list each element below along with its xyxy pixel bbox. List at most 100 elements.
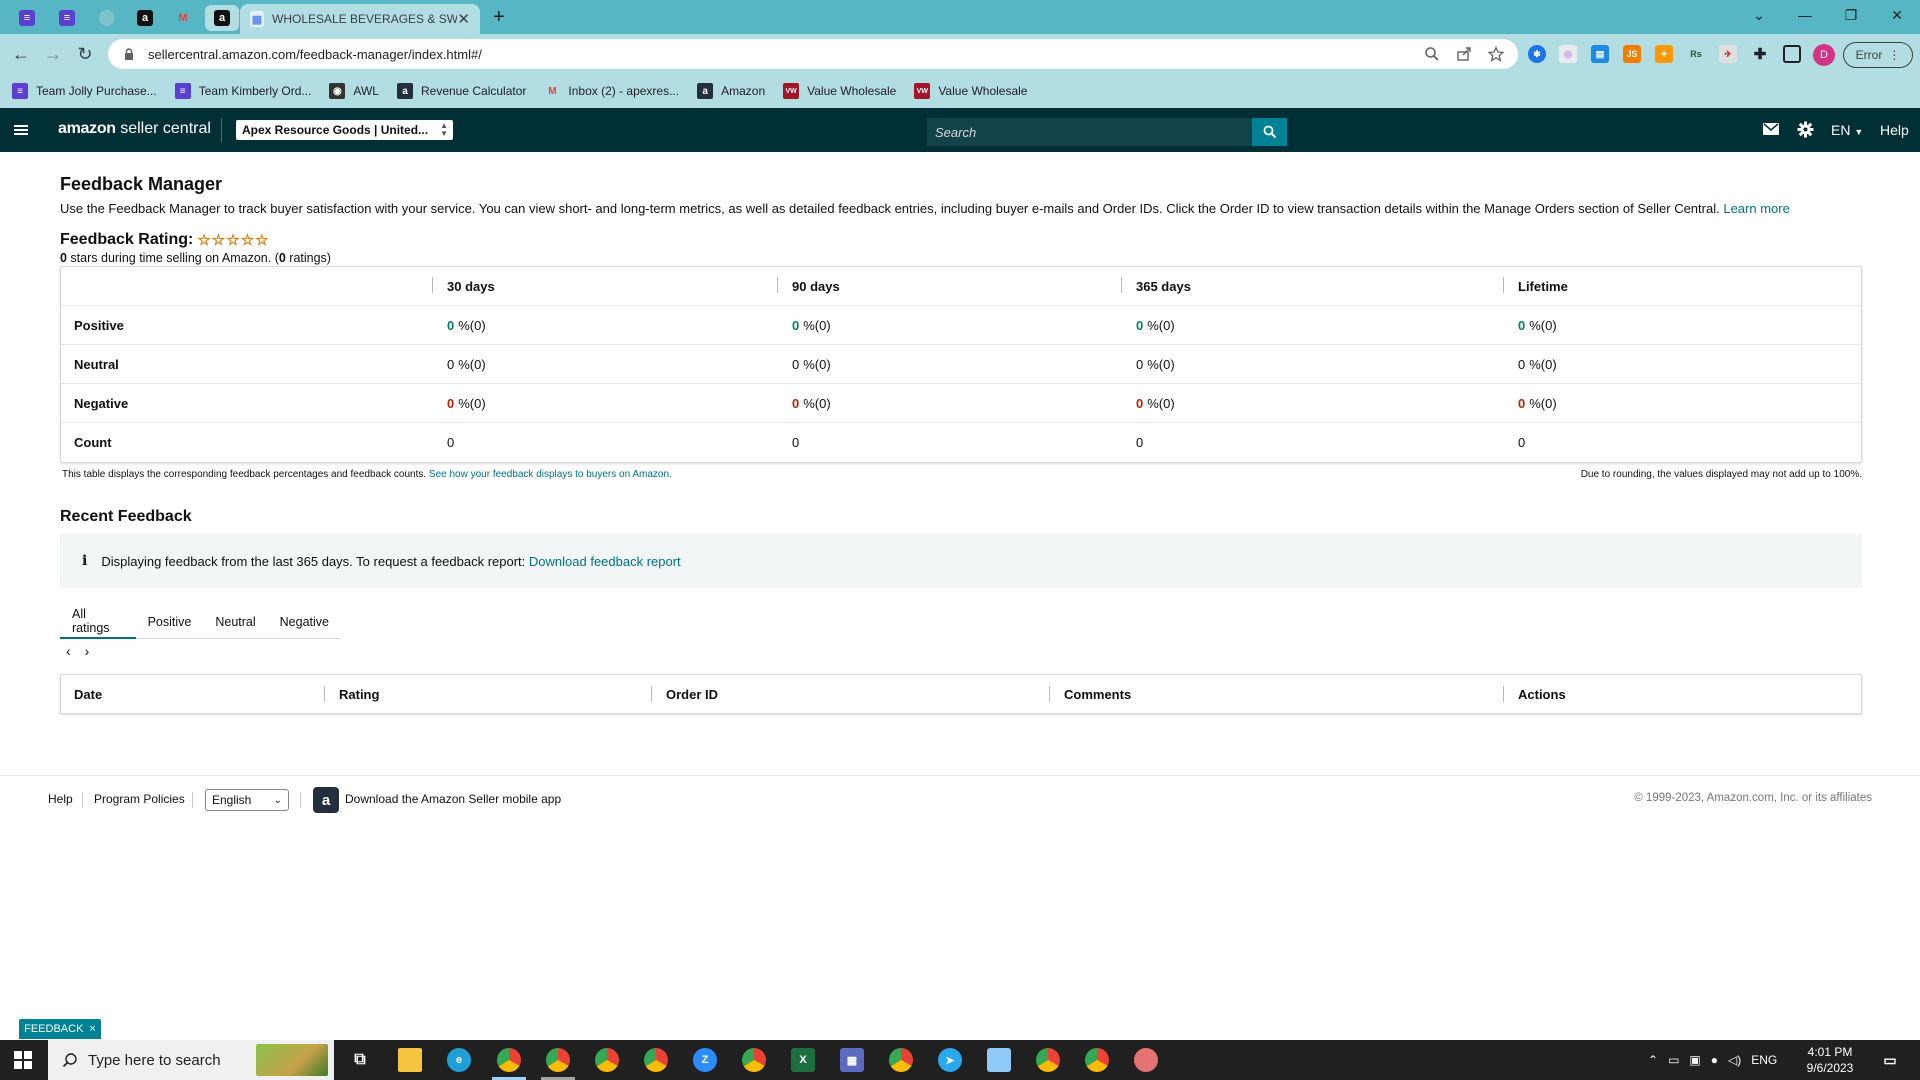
chevron-up-icon[interactable]: ⌃ — [1648, 1053, 1658, 1067]
bookmark-star-icon[interactable] — [1488, 46, 1504, 62]
bookmark-item[interactable]: ≡ Team Kimberly Ord... — [174, 83, 311, 99]
column-header-comments[interactable]: Comments — [1064, 675, 1131, 713]
extension-icon-2[interactable]: ◎ — [1559, 45, 1577, 63]
program-policies-link[interactable]: Program Policies — [94, 792, 185, 806]
chrome-profile-icon[interactable] — [595, 1048, 619, 1072]
learn-more-link[interactable]: Learn more — [1723, 201, 1789, 216]
microphone-icon[interactable]: ● — [1711, 1053, 1718, 1067]
error-button[interactable]: Error ⋮ — [1843, 42, 1913, 68]
download-report-link[interactable]: Download feedback report — [529, 554, 681, 569]
share-icon[interactable] — [1456, 46, 1472, 62]
chrome-profile-icon[interactable] — [742, 1048, 766, 1072]
column-header-date[interactable]: Date — [74, 675, 102, 713]
language-menu[interactable]: EN ▼ — [1831, 122, 1863, 138]
display-icon[interactable]: ▣ — [1689, 1053, 1700, 1067]
bookmark-item[interactable]: a Revenue Calculator — [396, 83, 526, 99]
pinned-tab-amazon-active[interactable]: a — [205, 5, 239, 31]
pinned-tab-amazon[interactable]: a — [128, 5, 162, 31]
back-arrow-icon[interactable]: ← — [9, 42, 33, 66]
chevron-left-icon[interactable]: ‹ — [66, 643, 71, 659]
search-button[interactable] — [1252, 118, 1287, 146]
calculator-icon[interactable]: ▦ — [840, 1048, 864, 1072]
close-tab-icon[interactable]: ✕ — [457, 10, 470, 28]
chrome-icon[interactable] — [497, 1048, 521, 1072]
clock[interactable]: 4:01 PM 9/6/2023 — [1800, 1044, 1860, 1076]
buyer-display-link[interactable]: See how your feedback displays to buyers… — [429, 469, 672, 480]
chevron-right-icon[interactable]: › — [85, 643, 90, 659]
telegram-icon[interactable]: ➤ — [938, 1048, 962, 1072]
feedback-button[interactable]: FEEDBACK × — [19, 1019, 101, 1039]
bookmark-item[interactable]: a Amazon — [697, 83, 765, 99]
forward-arrow-icon[interactable]: → — [41, 42, 65, 66]
pinned-tab-loading[interactable] — [90, 5, 124, 31]
restore-button[interactable]: ❐ — [1828, 0, 1874, 30]
pinned-tab-forms-2[interactable]: ≡ — [50, 5, 84, 31]
tab-positive[interactable]: Positive — [136, 604, 204, 639]
extension-icon-3[interactable]: ▤ — [1591, 45, 1609, 63]
extension-icon-7[interactable]: ✈ — [1719, 45, 1737, 63]
seller-central-logo[interactable]: amazon seller central — [58, 120, 211, 138]
table-note: This table displays the corresponding fe… — [62, 469, 672, 480]
side-panel-icon[interactable] — [1783, 45, 1801, 63]
hamburger-menu-icon[interactable] — [14, 122, 30, 138]
zoom-app-icon[interactable]: Z — [693, 1048, 717, 1072]
info-alert: i Displaying feedback from the last 365 … — [60, 534, 1862, 588]
network-icon[interactable]: ▭ — [1668, 1053, 1679, 1067]
minimize-button[interactable]: — — [1782, 0, 1828, 30]
help-link[interactable]: Help — [1880, 122, 1909, 138]
download-app-link[interactable]: Download the Amazon Seller mobile app — [345, 792, 561, 806]
amazon-icon: a — [396, 83, 413, 99]
bookmark-item[interactable]: VW Value Wholesale — [783, 83, 896, 99]
windows-start-icon[interactable] — [14, 1051, 32, 1069]
extension-icon-5[interactable]: ✦ — [1655, 45, 1673, 63]
tab-neutral[interactable]: Neutral — [203, 604, 267, 639]
amazon-seller-app-icon[interactable]: a — [313, 787, 339, 813]
account-switcher[interactable]: Apex Resource Goods | United... ▲ ▼ — [236, 120, 453, 140]
extension-icon-js[interactable]: JS — [1623, 45, 1641, 63]
app-icon[interactable] — [1134, 1048, 1158, 1072]
tab-search-icon[interactable]: ⌄ — [1736, 0, 1782, 30]
tab-negative[interactable]: Negative — [268, 604, 341, 639]
extension-icon-rs[interactable]: Rs — [1687, 45, 1705, 63]
browser-tab-strip: ≡ ≡ a M a ▦ WHOLESALE BEVERAGES & SWEETS… — [0, 0, 1920, 34]
close-window-button[interactable]: ✕ — [1874, 0, 1920, 30]
new-tab-button[interactable]: + — [493, 6, 505, 29]
task-view-icon[interactable]: ⧉ — [348, 1048, 372, 1072]
reload-icon[interactable]: ↻ — [73, 42, 97, 66]
chrome-profile-icon[interactable] — [889, 1048, 913, 1072]
recent-feedback-heading: Recent Feedback — [60, 508, 192, 525]
chrome-profile-icon[interactable] — [546, 1048, 570, 1072]
footer-language-select[interactable]: English ⌄ — [205, 789, 289, 811]
chrome-profile-icon[interactable] — [1036, 1048, 1060, 1072]
settings-gear-icon[interactable] — [1797, 121, 1814, 138]
taskbar-search-input[interactable]: Type here to search — [48, 1040, 334, 1080]
column-header-rating[interactable]: Rating — [339, 675, 379, 713]
active-tab[interactable]: ▦ WHOLESALE BEVERAGES & SWEETS... ✕ — [240, 4, 480, 34]
bookmark-item[interactable]: M Inbox (2) - apexres... — [544, 83, 679, 99]
pinned-tab-gmail[interactable]: M — [166, 5, 200, 31]
volume-icon[interactable]: ◁) — [1728, 1053, 1741, 1067]
close-icon[interactable]: × — [89, 1023, 95, 1035]
notification-icon[interactable]: ▭ — [1878, 1048, 1902, 1072]
extension-icon-1[interactable]: ✱ — [1528, 45, 1546, 63]
search-input[interactable]: Search — [927, 118, 1252, 146]
bookmark-item[interactable]: ≡ Team Jolly Purchase... — [12, 83, 157, 99]
chrome-profile-icon[interactable] — [644, 1048, 668, 1072]
edge-icon[interactable]: e — [447, 1048, 471, 1072]
tab-all-ratings[interactable]: All ratings — [60, 604, 136, 639]
zoom-icon[interactable] — [1424, 46, 1440, 62]
profile-avatar[interactable]: D — [1813, 44, 1835, 66]
chrome-profile-icon[interactable] — [1085, 1048, 1109, 1072]
excel-icon[interactable]: X — [791, 1048, 815, 1072]
file-explorer-icon[interactable] — [398, 1048, 422, 1072]
bookmark-item[interactable]: VW Value Wholesale — [914, 83, 1027, 99]
mail-icon[interactable] — [1763, 123, 1779, 135]
pinned-tab-forms[interactable]: ≡ — [10, 5, 44, 31]
extensions-puzzle-icon[interactable]: ✚ — [1751, 45, 1769, 63]
notepad-icon[interactable] — [987, 1048, 1011, 1072]
bookmark-item[interactable]: ◉ AWL — [329, 83, 379, 99]
address-bar[interactable]: sellercentral.amazon.com/feedback-manage… — [108, 39, 1518, 69]
column-header-order-id[interactable]: Order ID — [666, 675, 718, 713]
footer-help-link[interactable]: Help — [48, 792, 73, 806]
input-language[interactable]: ENG — [1751, 1053, 1777, 1067]
